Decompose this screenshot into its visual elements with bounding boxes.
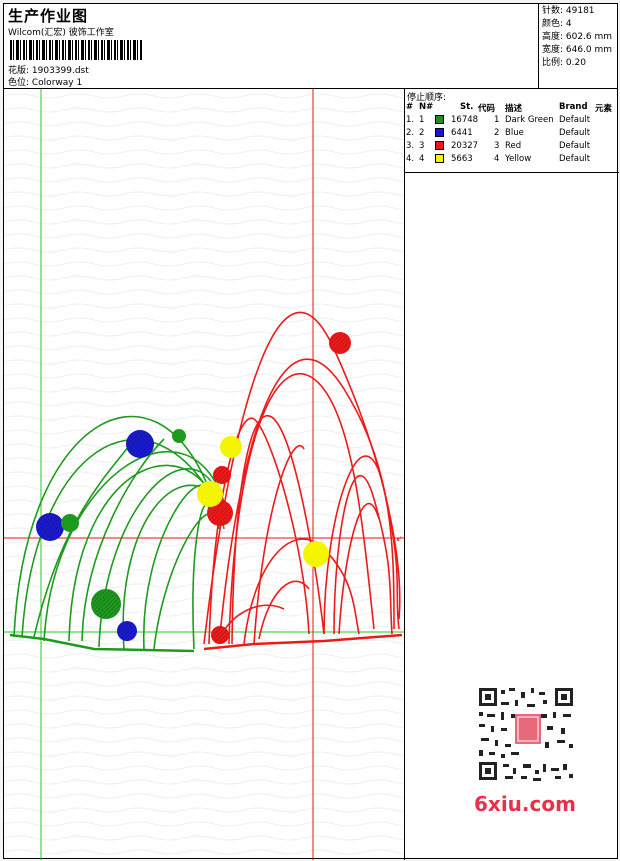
stats-panel: 针数: 49181 颜色: 4 高度: 602.6 mm 宽度: 646.0 m… [538, 4, 619, 89]
green-dot [172, 429, 186, 443]
yellow-dot [220, 436, 242, 458]
stitch-count: 针数: 49181 [542, 6, 595, 16]
row-code: 4 [494, 154, 500, 164]
green-dot [61, 514, 79, 532]
watermark-logo: 6xiu.com [474, 792, 576, 816]
scale: 比例: 0.20 [542, 58, 586, 68]
row-index: 3. [406, 141, 415, 151]
row-description: Yellow [505, 154, 532, 164]
stop-sequence-panel: 停止顺序: # N# St. 代码 描述 Brand 元素 1. 1 16748 1 D… [404, 89, 619, 173]
stop-sequence-table: # N# St. 代码 描述 Brand 元素 1. 1 16748 1 Dark Gr… [405, 102, 620, 167]
color-swatch [435, 154, 444, 163]
row-brand: Default [559, 115, 591, 125]
header: 生产作业图 Wilcom(汇宏) 彼饰工作室 花版: 1903399.dst 色… [4, 4, 617, 89]
row-description: Blue [505, 128, 524, 138]
design-width: 宽度: 646.0 mm [542, 45, 613, 55]
row-code: 3 [494, 141, 500, 151]
row-brand: Default [559, 154, 591, 164]
row-description: Red [505, 141, 522, 151]
qr-code [471, 684, 581, 784]
page-title: 生产作业图 [8, 7, 89, 25]
row-description: Dark Green [505, 115, 554, 125]
table-row: 1. 1 16748 1 Dark Green Default [405, 115, 620, 128]
row-stitches: 6441 [451, 128, 473, 138]
design-height: 高度: 602.6 mm [542, 32, 613, 42]
color-count: 颜色: 4 [542, 19, 572, 29]
worksheet-frame: 生产作业图 Wilcom(汇宏) 彼饰工作室 花版: 1903399.dst 色… [3, 3, 619, 860]
row-brand: Default [559, 128, 591, 138]
col-header: 描述 [505, 104, 523, 114]
col-header: Brand [559, 102, 588, 112]
row-code: 1 [494, 115, 500, 125]
color-swatch [435, 115, 444, 124]
col-header: 代码 [478, 104, 496, 114]
qr-center-stamp [515, 714, 541, 744]
col-header: N# [419, 102, 434, 112]
row-number: 1 [419, 115, 425, 125]
divider [404, 173, 405, 860]
color-swatch [435, 141, 444, 150]
table-header-row: # N# St. 代码 描述 Brand 元素 [405, 102, 620, 115]
company-name: Wilcom(汇宏) 彼饰工作室 [8, 28, 114, 38]
col-header: # [406, 102, 414, 112]
marker-arrow: ↙ [396, 534, 403, 543]
row-number: 4 [419, 154, 425, 164]
col-header: St. [460, 102, 474, 112]
design-canvas: ↙ [4, 89, 404, 860]
colorway-label: 色位: Colorway 1 [8, 78, 83, 88]
row-index: 2. [406, 128, 415, 138]
row-number: 3 [419, 141, 425, 151]
color-swatch [435, 128, 444, 137]
table-row: 3. 3 20327 3 Red Default [405, 141, 620, 154]
table-row: 2. 2 6441 2 Blue Default [405, 128, 620, 141]
row-index: 4. [406, 154, 415, 164]
row-stitches: 16748 [451, 115, 479, 125]
row-code: 2 [494, 128, 500, 138]
table-row: 4. 4 5663 4 Yellow Default [405, 154, 620, 167]
row-index: 1. [406, 115, 415, 125]
barcode [10, 40, 142, 60]
yellow-dot [303, 541, 329, 567]
row-brand: Default [559, 141, 591, 151]
row-number: 2 [419, 128, 425, 138]
row-stitches: 5663 [451, 154, 473, 164]
col-header: 元素 [595, 104, 613, 114]
yellow-dot [197, 481, 223, 507]
row-stitches: 20327 [451, 141, 479, 151]
